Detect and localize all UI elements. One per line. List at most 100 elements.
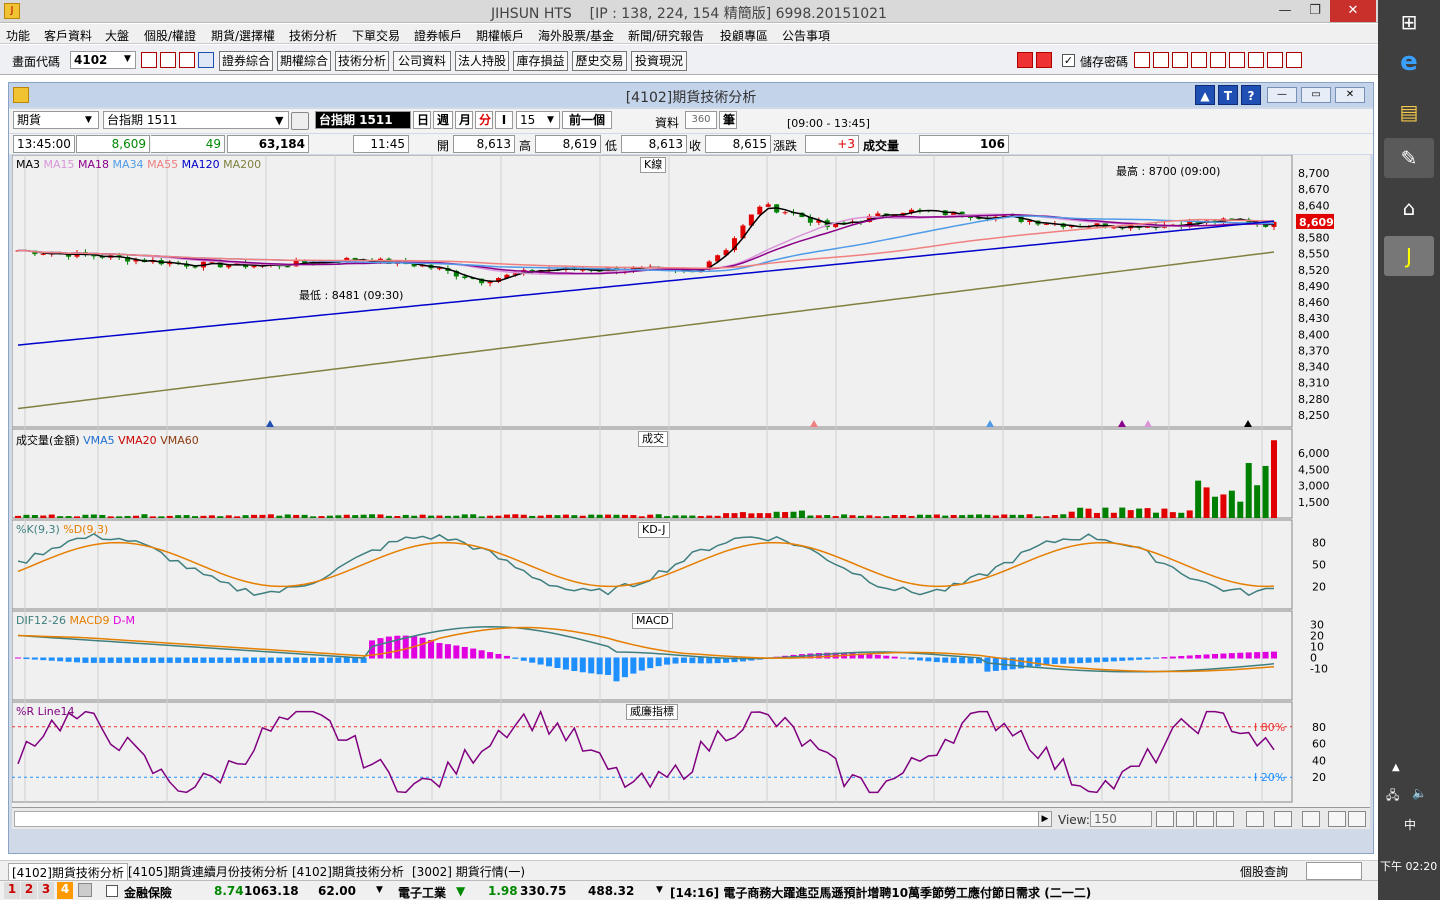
menu-item-securities-account[interactable]: 證券帳戶: [414, 27, 462, 44]
menu-item-news[interactable]: 新聞/研究報告: [628, 27, 704, 44]
data-count-input[interactable]: 360: [685, 111, 717, 129]
quick-3[interactable]: 3: [38, 882, 54, 899]
help-button[interactable]: ?: [1241, 85, 1261, 105]
menu-item-order[interactable]: 下單交易: [352, 27, 400, 44]
list-icon[interactable]: [1172, 52, 1188, 68]
menu-item-stocks[interactable]: 個股/權證: [144, 27, 196, 44]
candle-body: [251, 265, 257, 268]
up-button[interactable]: ▲: [1195, 85, 1215, 105]
save-password-checkbox[interactable]: ✓: [1062, 54, 1075, 67]
menu-item-function[interactable]: 功能: [6, 27, 30, 44]
btn-company[interactable]: 公司資料: [393, 51, 451, 71]
btn-investment[interactable]: 投資現況: [631, 51, 687, 71]
contract-select[interactable]: 台指期 1511: [103, 111, 289, 129]
print-icon[interactable]: [179, 52, 195, 68]
lock-icon[interactable]: [78, 883, 92, 897]
ie-browser-icon[interactable]: e: [1384, 42, 1434, 82]
chevron-down-icon[interactable]: ▼: [275, 114, 283, 127]
period-minute-button[interactable]: 分: [475, 111, 493, 129]
btn-inventory[interactable]: 庫存損益: [513, 51, 568, 71]
volume-icon[interactable]: 🔈: [1412, 786, 1427, 800]
chevron-down-icon[interactable]: ▼: [656, 885, 663, 895]
jihsun-app-icon[interactable]: J: [1384, 236, 1434, 276]
volume-bar: [301, 514, 308, 518]
scroll-right-icon[interactable]: ▶: [1038, 811, 1052, 827]
brush-icon[interactable]: [1229, 52, 1245, 68]
cycle-icon[interactable]: [1216, 811, 1234, 827]
status-checkbox[interactable]: [106, 885, 118, 897]
stock-query-input[interactable]: [1306, 862, 1362, 880]
menu-item-announcements[interactable]: 公告事項: [782, 27, 830, 44]
data-unit-button[interactable]: 筆: [719, 111, 737, 129]
image-icon[interactable]: [1286, 52, 1302, 68]
menu-item-advisory[interactable]: 投顧專區: [720, 27, 768, 44]
period-day-button[interactable]: 日: [413, 111, 431, 129]
tray-arrow-icon[interactable]: ▲: [1392, 762, 1400, 773]
cancel-icon[interactable]: [1153, 52, 1169, 68]
search-icon[interactable]: [141, 52, 157, 68]
settings-gear-icon[interactable]: [1348, 811, 1366, 827]
home-icon[interactable]: ⌂: [1384, 188, 1434, 228]
draw-icon[interactable]: [1328, 811, 1346, 827]
zoom-out-icon[interactable]: [1176, 811, 1194, 827]
magnifier-icon[interactable]: [291, 112, 309, 130]
menu-item-futures-account[interactable]: 期權帳戶: [476, 27, 524, 44]
win-restore-button[interactable]: ▭: [1301, 87, 1331, 103]
period-tick-button[interactable]: I: [495, 111, 513, 129]
chart-canvas[interactable]: 8,7008,6708,6408,6108,5808,5508,5208,490…: [12, 155, 1370, 829]
indicator-icon[interactable]: [1246, 811, 1264, 827]
window-icon[interactable]: [160, 52, 176, 68]
minimize-button[interactable]: —: [1270, 0, 1300, 22]
chevron-down-icon[interactable]: ▼: [547, 115, 554, 125]
text-icon[interactable]: [1210, 52, 1226, 68]
grid-icon[interactable]: [1248, 52, 1264, 68]
chart-scrollbar[interactable]: [14, 811, 1044, 827]
save-icon[interactable]: [1302, 811, 1320, 827]
quick-2[interactable]: 2: [21, 882, 37, 899]
chevron-down-icon[interactable]: ▼: [124, 54, 131, 64]
windows-start-icon[interactable]: ⊞: [1384, 2, 1434, 42]
dropdown-icon[interactable]: [198, 52, 214, 68]
menu-item-overseas[interactable]: 海外股票/基金: [538, 27, 614, 44]
win-minimize-button[interactable]: —: [1267, 87, 1297, 103]
tab-4102-b[interactable]: [4102]期貨技術分析: [292, 863, 404, 880]
menu-item-futures[interactable]: 期貨/選擇權: [211, 27, 275, 44]
btn-technical[interactable]: 技術分析: [335, 51, 389, 71]
network-icon[interactable]: 🖧: [1386, 786, 1399, 807]
view-input[interactable]: 150: [1090, 811, 1152, 827]
menu-item-market[interactable]: 大盤: [105, 27, 129, 44]
tools-icon[interactable]: [1267, 52, 1283, 68]
news-ticker[interactable]: [14:16] 電子商務大躍進亞馬遜預計增聘10萬季節勞工應付節日需求 (二一二…: [670, 884, 1360, 901]
win-close-button[interactable]: ✕: [1335, 87, 1365, 103]
quick-1[interactable]: 1: [4, 882, 20, 899]
quick-4[interactable]: 4: [57, 882, 73, 899]
btn-securities[interactable]: 證券綜合: [219, 51, 273, 71]
text-button[interactable]: T: [1218, 85, 1238, 105]
prev-button[interactable]: 前一個: [562, 111, 612, 129]
period-week-button[interactable]: 週: [433, 111, 453, 129]
menu-item-customer[interactable]: 客戶資料: [44, 27, 92, 44]
close-button[interactable]: ✕: [1330, 0, 1376, 22]
clock-icon[interactable]: [1191, 52, 1207, 68]
btn-options[interactable]: 期權綜合: [277, 51, 331, 71]
refresh-icon[interactable]: [1196, 811, 1214, 827]
forward-icon[interactable]: [1036, 52, 1052, 68]
copy-icon[interactable]: [1274, 811, 1292, 827]
tab-3002[interactable]: [3002] 期貨行情(一): [412, 863, 525, 880]
chart-plot-area[interactable]: 8,7008,6708,6408,6108,5808,5508,5208,490…: [12, 155, 1370, 829]
paint-icon[interactable]: ✎: [1384, 138, 1434, 178]
chevron-down-icon[interactable]: ▼: [376, 885, 383, 895]
menu-item-technical[interactable]: 技術分析: [289, 27, 337, 44]
zoom-in-icon[interactable]: [1156, 811, 1174, 827]
chevron-down-icon[interactable]: ▼: [85, 115, 92, 125]
back-icon[interactable]: [1017, 52, 1033, 68]
file-explorer-icon[interactable]: ▤: [1384, 92, 1434, 132]
period-month-button[interactable]: 月: [455, 111, 473, 129]
pen-icon[interactable]: [1134, 52, 1150, 68]
restore-button[interactable]: ❐: [1300, 0, 1330, 22]
clock[interactable]: 下午 02:20: [1380, 858, 1437, 874]
btn-institutional[interactable]: 法人持股: [455, 51, 509, 71]
btn-history[interactable]: 歷史交易: [572, 51, 627, 71]
ime-indicator[interactable]: 中: [1404, 816, 1416, 833]
tab-4105[interactable]: [4105]期貨連續月份技術分析: [128, 863, 288, 880]
